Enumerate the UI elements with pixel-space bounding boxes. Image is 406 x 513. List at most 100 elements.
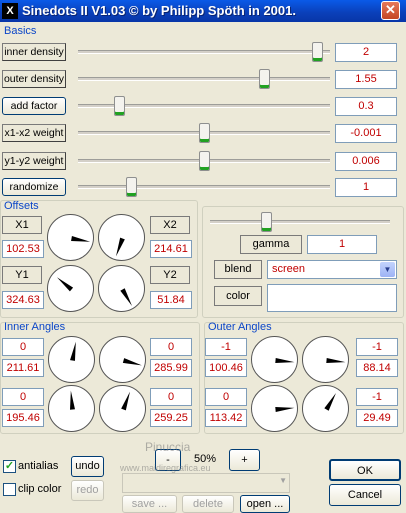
offset-dial-y1[interactable]: [47, 265, 94, 312]
param-value-4[interactable]: 0.006: [335, 152, 397, 171]
x2-value[interactable]: 214.61: [150, 240, 192, 258]
gamma-label: gamma: [240, 235, 302, 254]
param-label-0: inner density: [2, 43, 66, 61]
gamma-value[interactable]: 1: [307, 235, 377, 254]
y2-label: Y2: [150, 266, 190, 284]
param-slider-thumb-4[interactable]: [198, 151, 210, 171]
antialias-label: antialias: [18, 460, 59, 472]
param-slider-thumb-1[interactable]: [258, 69, 270, 89]
y1-label: Y1: [2, 266, 42, 284]
param-value-2[interactable]: 0.3: [335, 97, 397, 116]
inner-br2-value[interactable]: 259.25: [150, 409, 192, 427]
param-label-1: outer density: [2, 70, 66, 88]
inner-br-value[interactable]: 285.99: [150, 359, 192, 377]
dial-hand: [324, 393, 336, 411]
outer-angle-dial-4[interactable]: [302, 385, 349, 432]
window-title: Sinedots II V1.03 © by Philipp Spöth in …: [22, 3, 296, 18]
cancel-button[interactable]: Cancel: [329, 484, 401, 506]
dial-hand: [275, 407, 295, 412]
outer-tl2-value[interactable]: 0: [205, 388, 247, 406]
dial-hand: [122, 358, 142, 366]
param-label-5[interactable]: randomize: [2, 178, 66, 196]
inner-angle-dial-2[interactable]: [99, 336, 146, 383]
inner-angle-dial-3[interactable]: [48, 385, 95, 432]
dial-hand: [71, 236, 91, 242]
zoom-in-button[interactable]: +: [229, 449, 260, 471]
param-slider-track-5[interactable]: [78, 185, 330, 189]
param-value-5[interactable]: 1: [335, 178, 397, 197]
clip-color-label: clip color: [18, 483, 62, 495]
dial-hand: [275, 358, 295, 363]
dial-hand: [116, 237, 125, 257]
param-label-3: x1-x2 weight: [2, 124, 66, 142]
outer-br-value[interactable]: 88.14: [356, 359, 398, 377]
param-value-1[interactable]: 1.55: [335, 70, 397, 89]
chevron-down-icon[interactable]: ▼: [279, 476, 287, 485]
outer-tr2-value[interactable]: -1: [356, 388, 398, 406]
ok-button[interactable]: OK: [329, 459, 401, 481]
inner-bl-value[interactable]: 211.61: [2, 359, 44, 377]
watermark-name: Pinuccia: [145, 440, 191, 454]
preset-select[interactable]: ▼: [122, 473, 290, 493]
blend-select[interactable]: screen ▼: [267, 260, 397, 279]
watermark-url: www.maidiregrafica.eu: [120, 463, 211, 473]
offset-dial-y2[interactable]: [98, 265, 145, 312]
param-slider-track-1[interactable]: [78, 77, 330, 81]
x1-label: X1: [2, 216, 42, 234]
y1-value[interactable]: 324.63: [2, 291, 44, 309]
param-slider-thumb-3[interactable]: [198, 123, 210, 143]
basics-section-label: Basics: [4, 25, 37, 37]
close-button[interactable]: ✕: [381, 1, 400, 20]
dial-hand: [120, 288, 132, 306]
offset-dial-x1[interactable]: [47, 214, 94, 261]
inner-tl-value[interactable]: 0: [2, 338, 44, 356]
param-slider-thumb-5[interactable]: [126, 177, 138, 197]
x2-label: X2: [150, 216, 190, 234]
blend-label: blend: [214, 260, 262, 279]
inner-tr2-value[interactable]: 0: [150, 388, 192, 406]
offsets-section-label: Offsets: [4, 200, 39, 212]
outer-br2-value[interactable]: 29.49: [356, 409, 398, 427]
color-swatch[interactable]: [267, 284, 397, 312]
x1-value[interactable]: 102.53: [2, 240, 44, 258]
dial-hand: [70, 341, 76, 361]
dial-hand: [326, 358, 346, 363]
param-slider-thumb-0[interactable]: [311, 42, 323, 62]
param-label-2[interactable]: add factor: [2, 97, 66, 115]
delete-button[interactable]: delete: [182, 495, 234, 513]
inner-bl2-value[interactable]: 195.46: [2, 409, 44, 427]
param-value-3[interactable]: -0.001: [335, 124, 397, 143]
open-button[interactable]: open ...: [240, 495, 290, 513]
antialias-checkbox[interactable]: ✓: [3, 460, 16, 473]
inner-tr-value[interactable]: 0: [150, 338, 192, 356]
undo-button[interactable]: undo: [71, 456, 104, 477]
clip-color-checkbox[interactable]: [3, 483, 16, 496]
param-slider-thumb-2[interactable]: [114, 96, 126, 116]
inner-angles-section-label: Inner Angles: [4, 321, 66, 333]
outer-tl-value[interactable]: -1: [205, 338, 247, 356]
offset-dial-x2[interactable]: [98, 214, 145, 261]
gamma-slider-track[interactable]: [210, 220, 390, 224]
outer-angle-dial-2[interactable]: [302, 336, 349, 383]
outer-bl-value[interactable]: 100.46: [205, 359, 247, 377]
inner-tl2-value[interactable]: 0: [2, 388, 44, 406]
y2-value[interactable]: 51.84: [150, 291, 192, 309]
inner-angle-dial-1[interactable]: [48, 336, 95, 383]
param-slider-track-0[interactable]: [78, 50, 330, 54]
title-bar: X Sinedots II V1.03 © by Philipp Spöth i…: [0, 0, 406, 22]
param-label-4: y1-y2 weight: [2, 152, 66, 170]
save-button[interactable]: save ...: [122, 495, 177, 513]
dial-hand: [121, 391, 130, 411]
outer-angle-dial-1[interactable]: [251, 336, 298, 383]
gamma-slider-thumb[interactable]: [260, 212, 272, 232]
app-icon: X: [2, 3, 18, 19]
outer-tr-value[interactable]: -1: [356, 338, 398, 356]
chevron-down-icon[interactable]: ▼: [380, 262, 395, 277]
redo-button[interactable]: redo: [71, 480, 104, 501]
outer-bl2-value[interactable]: 113.42: [205, 409, 247, 427]
outer-angle-dial-3[interactable]: [251, 385, 298, 432]
inner-angle-dial-4[interactable]: [99, 385, 146, 432]
param-value-0[interactable]: 2: [335, 43, 397, 62]
dial-hand: [70, 390, 75, 410]
dial-hand: [56, 277, 74, 292]
